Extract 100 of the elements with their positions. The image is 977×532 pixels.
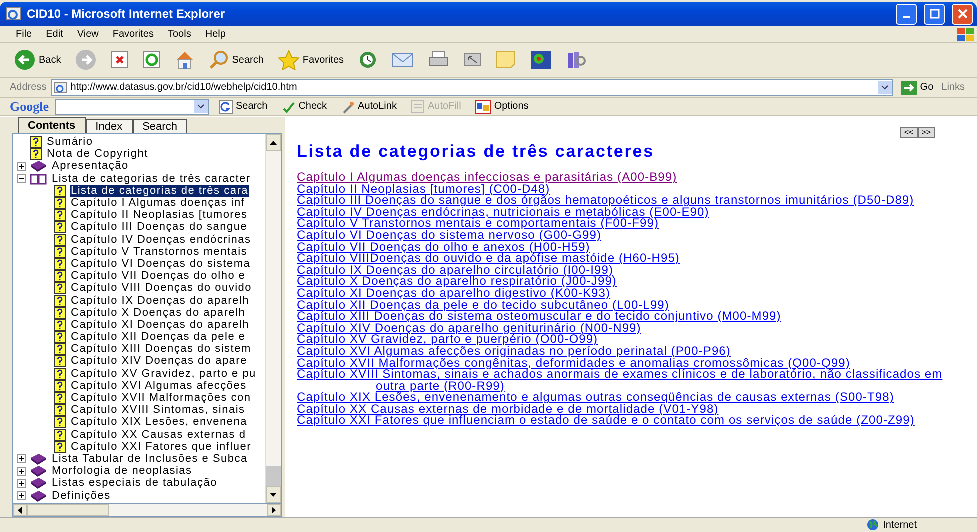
menu-item[interactable]: View [71, 28, 105, 40]
expand-icon[interactable] [17, 491, 26, 500]
favorites-button[interactable]: Favorites [274, 48, 348, 72]
expand-icon[interactable] [17, 162, 26, 171]
tree-item[interactable]: Capítulo XVIII Sintomas, sinais [70, 404, 246, 416]
clock-icon [358, 50, 378, 70]
tree-item[interactable]: Apresentação [51, 160, 130, 172]
menu-item[interactable]: File [10, 28, 38, 40]
chapter-link[interactable]: Capítulo XVI Algumas afecções originadas no período perinatal (P00-P96) [297, 346, 731, 358]
help-page-icon [54, 246, 66, 258]
google-search-field[interactable] [55, 98, 209, 114]
maximize-button[interactable] [924, 4, 945, 24]
tree-item[interactable]: Capítulo VII Doenças do olho e [70, 270, 247, 282]
help-page-icon [54, 392, 66, 404]
expand-icon[interactable] [17, 466, 26, 476]
expand-icon[interactable] [17, 454, 26, 464]
stop-icon [111, 51, 130, 69]
tree-item[interactable]: Capítulo XVII Malformações con [70, 392, 252, 404]
house-icon [175, 50, 196, 70]
tree-item[interactable]: Capítulo IX Doenças do aparelh [70, 294, 250, 307]
tree-item[interactable]: Capítulo XXI Fatores que influer [70, 440, 253, 453]
menu-item[interactable]: Help [199, 28, 232, 40]
autolink-button[interactable]: AutoLink [337, 98, 401, 116]
tree-item[interactable]: Capítulo XVI Algumas afecções [70, 380, 248, 392]
collapse-icon[interactable] [17, 174, 26, 184]
tree-item[interactable]: Capítulo III Doenças do sangue [70, 221, 249, 234]
menu-item[interactable]: Edit [40, 28, 70, 40]
help-page-icon [54, 440, 66, 453]
pane-tab[interactable]: Index [86, 119, 133, 133]
star-icon [278, 50, 300, 70]
chapter-link[interactable]: Capítulo IX Doenças do aparelho circulatório (I00-I99) [297, 264, 614, 276]
chapter-link[interactable]: Capítulo XII Doenças da pele e do tecido subcutâneo (L00-L99) [297, 300, 670, 312]
chapter-link[interactable]: Capítulo XVIII Sintomas, sinais e achados anormais de exames clínicos e de laboratório, não classificados em outra parte (R00-R99) [297, 369, 965, 392]
pane-tab[interactable]: Contents [18, 117, 86, 133]
pane-tab[interactable]: Search [132, 119, 188, 133]
tree-item[interactable]: Lista de categorias de três caracter [51, 172, 252, 185]
chapter-link[interactable]: Capítulo III Doenças do sangue e dos órgãos hematopoéticos e alguns transtornos imunitários (D50-D89) [297, 195, 914, 207]
google-logo[interactable]: Google [10, 98, 49, 114]
tree-item[interactable]: Capítulo X Doenças do aparelh [70, 306, 247, 319]
tree-item[interactable]: Capítulo II Neoplasias [tumores [70, 209, 249, 222]
chapter-link[interactable]: Capítulo XVII Malformações congênitas, deformidades e anomalias cromossômicas (Q00-Q99) [297, 358, 850, 370]
options-button[interactable]: Options [471, 98, 533, 116]
scroll-up-icon [270, 140, 277, 144]
chapter-link[interactable]: Capítulo I Algumas doenças infecciosas e parasitárias (A00-B99) [297, 172, 678, 184]
tree-item[interactable]: Listas especiais de tabulação [51, 477, 218, 490]
chapter-link[interactable]: Capítulo VI Doenças do sistema nervoso (G00-G99) [297, 230, 602, 242]
expand-icon[interactable] [17, 478, 26, 488]
scrollbar-thumb[interactable] [266, 466, 281, 486]
chapter-link[interactable]: Capítulo X Doenças do aparelho respiratório (J00-J99) [297, 276, 617, 288]
tree-item[interactable]: Capítulo XI Doenças do aparelh [70, 318, 250, 331]
chapter-link[interactable]: Capítulo IV Doenças endócrinas, nutricionais e metabólicas (E00-E90) [297, 206, 710, 218]
next-button[interactable]: >> [918, 127, 935, 138]
tree-item[interactable]: Definições [51, 490, 112, 502]
help-page-icon [54, 331, 66, 344]
tree-item[interactable]: Capítulo XX Causas externas d [70, 428, 248, 441]
menu-item[interactable]: Tools [162, 28, 198, 40]
chapter-link[interactable]: Capítulo XXI Fatores que influenciam o estado de saúde e o contato com os serviços de saúde (Z00-Z99) [297, 415, 915, 428]
menu-item[interactable]: Favorites [106, 28, 160, 40]
tree-item[interactable]: Lista Tabular de Inclusões e Subca [51, 452, 249, 465]
chapter-link[interactable]: Capítulo XIX Lesões, envenenamento e algumas outras conseqüências de causas externas (S00-T98) [297, 392, 894, 404]
chapter-link[interactable]: Capítulo XX Causas externas de morbidade e de mortalidade (V01-Y98) [297, 404, 719, 416]
tree-item[interactable]: Capítulo VIII Doenças do ouvido [70, 282, 254, 294]
chapter-link[interactable]: Capítulo II Neoplasias [tumores] (C00-D48) [297, 184, 550, 196]
chapter-link[interactable]: Capítulo XIV Doenças do aparelho geniturinário (N00-N99) [297, 322, 642, 334]
options-icon [475, 100, 492, 114]
tree-item[interactable]: Capítulo VI Doenças do sistema [70, 258, 252, 270]
back-button[interactable]: Back [10, 47, 66, 73]
tree-item[interactable]: Capítulo XV Gravidez, parto e pu [70, 368, 258, 380]
vertical-scrollbar[interactable] [265, 134, 281, 503]
tree-item[interactable]: Capítulo XIX Lesões, envenena [70, 416, 248, 428]
search-button[interactable]: Search [215, 98, 272, 116]
tree-item[interactable]: Capítulo XIII Doenças do sistem [70, 343, 252, 356]
browser-icon [6, 7, 22, 21]
edit-icon [464, 52, 482, 68]
tree-item[interactable]: Morfologia de neoplasias [51, 465, 194, 478]
minimize-button[interactable] [896, 4, 917, 24]
chapter-link[interactable]: Capítulo XI Doenças do aparelho digestivo (K00-K93) [297, 288, 611, 300]
check-button[interactable]: Check [278, 98, 332, 116]
tree-item[interactable]: Capítulo XIV Doenças do apare [70, 355, 248, 368]
search-button[interactable]: Search [205, 48, 268, 72]
close-button[interactable] [952, 4, 973, 24]
links-label[interactable]: Links [942, 82, 977, 93]
chapter-link[interactable]: Capítulo VII Doenças do olho e anexos (H00-H59) [297, 242, 590, 254]
chapter-link[interactable]: Capítulo VIIIDoenças do ouvido e da apófise mastóide (H60-H95) [297, 253, 680, 265]
address-field[interactable]: http://www.datasus.gov.br/cid10/webhelp/cid10.htm [50, 79, 894, 96]
tree-item[interactable]: Lista de categorias de três cara [70, 184, 250, 197]
tree-item[interactable]: Capítulo V Transtornos mentais [70, 246, 249, 258]
chapter-link[interactable]: Capítulo XIII Doenças do sistema osteomuscular e do tecido conjuntivo (M00-M99) [297, 311, 782, 323]
chapter-link[interactable]: Capítulo V Transtornos mentais e comportamentais (F00-F99) [297, 218, 660, 230]
horizontal-scrollbar[interactable] [12, 504, 282, 517]
tree-item[interactable]: Sumário [46, 136, 94, 148]
go-button[interactable]: Go [897, 78, 938, 96]
scrollbar-thumb[interactable] [27, 504, 109, 516]
zone-label: Internet [883, 520, 917, 530]
tree-item[interactable]: Nota de Copyright [46, 148, 150, 160]
tree-item[interactable]: Capítulo IV Doenças endócrinas [70, 234, 252, 246]
previous-button[interactable]: << [900, 127, 918, 138]
tree-item[interactable]: Capítulo I Algumas doenças inf [70, 197, 246, 210]
tree-item[interactable]: Capítulo XII Doenças da pele e [70, 331, 247, 344]
chapter-link[interactable]: Capítulo XV Gravidez, parto e puerpério (O00-O99) [297, 334, 598, 346]
